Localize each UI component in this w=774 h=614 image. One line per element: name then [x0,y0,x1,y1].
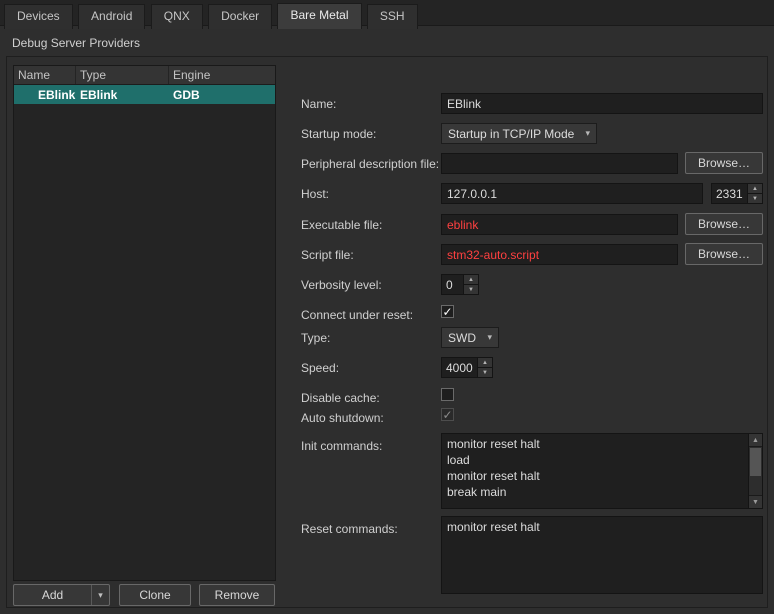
scrollbar[interactable]: ▲ ▼ [748,434,762,508]
tab-devices[interactable]: Devices [4,4,73,29]
init-commands-textarea[interactable]: monitor reset halt load monitor reset ha… [441,433,763,509]
browse-button-label: Browse… [698,247,750,261]
verbosity-field[interactable] [441,274,463,295]
spin-up-icon[interactable]: ▲ [478,358,492,368]
host-label: Host: [301,185,329,203]
clone-button-label: Clone [139,588,170,602]
startup-mode-select[interactable]: Startup in TCP/IP Mode ▾ [441,123,597,144]
remove-button-label: Remove [215,588,260,602]
type-label: Type: [301,329,330,347]
speed-spinner[interactable]: ▲ ▼ [441,357,493,378]
verbosity-label: Verbosity level: [301,276,382,294]
options-window: Devices Android QNX Docker Bare Metal SS… [0,0,774,614]
remove-button[interactable]: Remove [199,584,275,606]
connect-under-reset-checkbox[interactable] [441,305,454,318]
spinner-buttons: ▲ ▼ [463,274,479,295]
scroll-up-icon[interactable]: ▲ [749,434,762,447]
tab-bare-metal[interactable]: Bare Metal [277,3,361,29]
peripheral-browse-button[interactable]: Browse… [685,152,763,174]
host-field[interactable] [441,183,703,204]
cell-engine: GDB [169,88,275,102]
verbosity-spinner[interactable]: ▲ ▼ [441,274,479,295]
column-header-engine[interactable]: Engine [169,66,275,84]
tab-docker[interactable]: Docker [208,4,272,29]
browse-button-label: Browse… [698,156,750,170]
table-row[interactable]: EBlink EBlink GDB [14,85,275,104]
debug-server-providers-panel: Name Type Engine EBlink EBlink GDB Add ▾… [6,56,768,608]
spin-down-icon[interactable]: ▼ [464,285,478,294]
column-header-type[interactable]: Type [76,66,169,84]
add-button-label: Add [14,588,91,602]
startup-mode-value: Startup in TCP/IP Mode [448,127,574,141]
spinner-buttons: ▲ ▼ [747,183,763,204]
script-file-field[interactable] [441,244,678,265]
spin-down-icon[interactable]: ▼ [478,368,492,377]
column-header-name[interactable]: Name [14,66,76,84]
tab-bar: Devices Android QNX Docker Bare Metal SS… [0,0,774,26]
reset-commands-textarea[interactable]: monitor reset halt [441,516,763,594]
type-select[interactable]: SWD ▾ [441,327,499,348]
cell-type: EBlink [76,88,169,102]
tab-ssh[interactable]: SSH [367,4,418,29]
type-value: SWD [448,331,476,345]
spin-down-icon[interactable]: ▼ [748,194,762,203]
reset-commands-text: monitor reset halt [442,517,762,593]
connect-under-reset-label: Connect under reset: [301,306,413,324]
providers-table: Name Type Engine EBlink EBlink GDB [13,65,276,581]
spin-up-icon[interactable]: ▲ [748,184,762,194]
disable-cache-checkbox[interactable] [441,388,454,401]
executable-browse-button[interactable]: Browse… [685,213,763,235]
port-spinner[interactable]: ▲ ▼ [711,183,763,204]
scroll-down-icon[interactable]: ▼ [749,495,762,508]
add-button[interactable]: Add ▾ [13,584,110,606]
auto-shutdown-checkbox [441,408,454,421]
spin-up-icon[interactable]: ▲ [464,275,478,285]
peripheral-file-field[interactable] [441,153,678,174]
startup-mode-label: Startup mode: [301,125,376,143]
clone-button[interactable]: Clone [119,584,191,606]
spinner-buttons: ▲ ▼ [477,357,493,378]
name-field[interactable] [441,93,763,114]
script-file-label: Script file: [301,246,354,264]
reset-commands-label: Reset commands: [301,520,398,538]
init-commands-label: Init commands: [301,437,382,455]
auto-shutdown-label: Auto shutdown: [301,409,384,427]
name-label: Name: [301,95,336,113]
scrollbar-thumb[interactable] [750,448,761,476]
init-commands-text: monitor reset halt load monitor reset ha… [442,434,748,508]
chevron-down-icon[interactable]: ▾ [91,585,109,605]
peripheral-file-label: Peripheral description file: [301,155,439,173]
page-title: Debug Server Providers [12,36,140,50]
port-field[interactable] [711,183,747,204]
speed-field[interactable] [441,357,477,378]
tab-qnx[interactable]: QNX [151,4,203,29]
disable-cache-label: Disable cache: [301,389,380,407]
chevron-down-icon: ▾ [487,332,492,343]
executable-file-field[interactable] [441,214,678,235]
tab-android[interactable]: Android [78,4,145,29]
executable-file-label: Executable file: [301,216,382,234]
table-header: Name Type Engine [14,66,275,85]
cell-name: EBlink [14,88,76,102]
script-browse-button[interactable]: Browse… [685,243,763,265]
speed-label: Speed: [301,359,339,377]
chevron-down-icon: ▾ [585,128,590,139]
browse-button-label: Browse… [698,217,750,231]
